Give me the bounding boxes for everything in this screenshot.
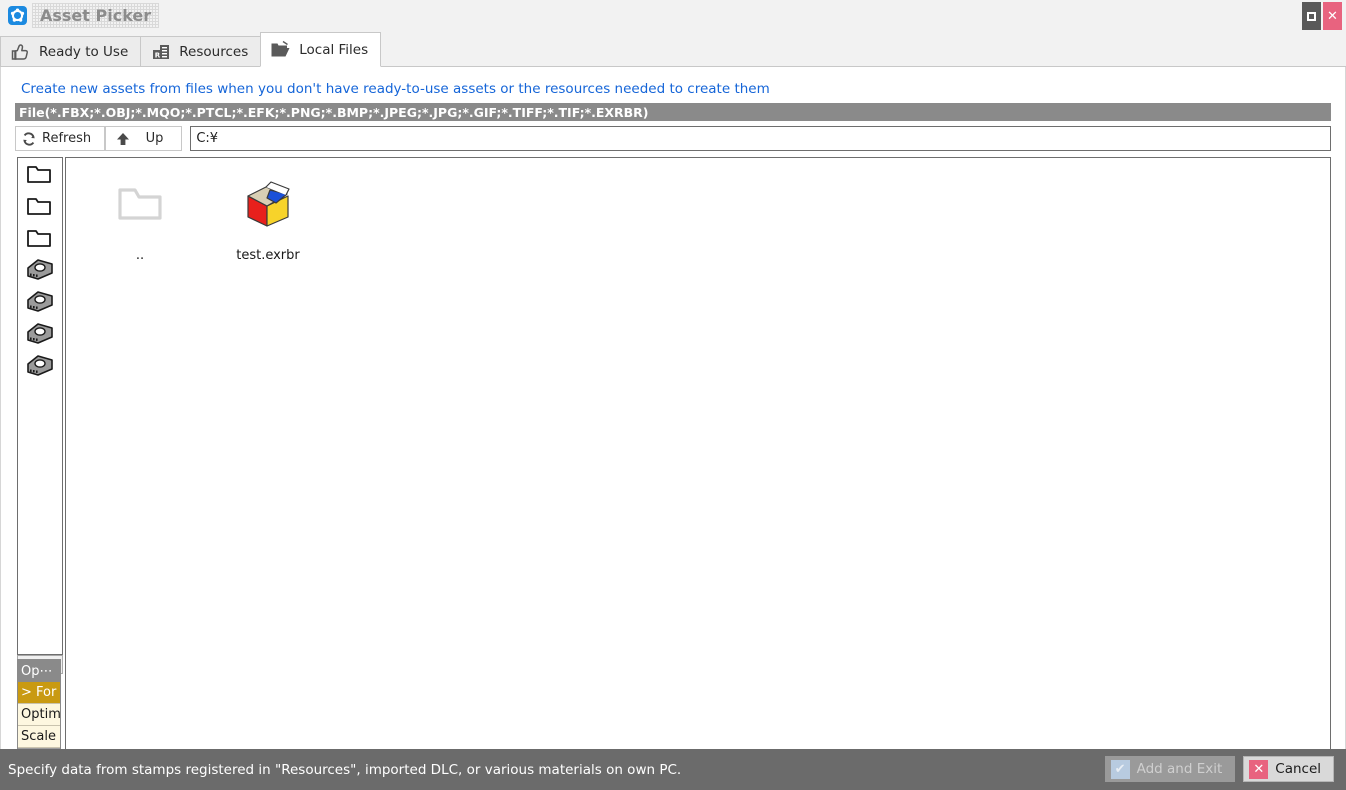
panel-description: Create new assets from files when you do… xyxy=(21,81,770,97)
thumbs-up-icon xyxy=(10,41,32,63)
file-grid: .. xyxy=(66,158,1330,275)
tab-ready-to-use[interactable]: Ready to Use xyxy=(0,36,141,66)
title-bar: Asset Picker ✕ xyxy=(0,0,1346,32)
add-and-exit-button[interactable]: ✔ Add and Exit xyxy=(1105,756,1236,782)
action-buttons: ✔ Add and Exit ✕ Cancel xyxy=(1105,756,1334,782)
window-title: Asset Picker xyxy=(32,3,159,28)
place-item-folder-2[interactable] xyxy=(18,190,62,222)
parent-folder-icon xyxy=(115,174,165,234)
tab-bar: Ready to Use R Resources xyxy=(0,32,1346,67)
option-row-format[interactable]: > For xyxy=(18,682,60,704)
places-sidebar[interactable] xyxy=(17,157,63,655)
place-item-drive-2[interactable] xyxy=(18,286,62,318)
place-item-drive-1[interactable] xyxy=(18,254,62,286)
exrbr-box-icon xyxy=(240,174,296,234)
app-logo-icon xyxy=(8,6,27,25)
file-item-label: .. xyxy=(136,248,144,263)
cancel-button[interactable]: ✕ Cancel xyxy=(1243,756,1334,782)
arrow-up-icon xyxy=(114,130,132,148)
path-input[interactable]: C:¥ xyxy=(190,126,1331,151)
refresh-button[interactable]: Refresh xyxy=(15,126,105,151)
file-item-parent[interactable]: .. xyxy=(76,170,204,263)
window-controls: ✕ xyxy=(1302,2,1342,30)
close-icon: ✕ xyxy=(1327,10,1338,23)
tab-local-files[interactable]: Local Files xyxy=(260,32,381,67)
content-area: Create new assets from files when you do… xyxy=(0,67,1346,749)
tab-resources[interactable]: R Resources xyxy=(140,36,261,66)
tab-label: Resources xyxy=(179,44,248,60)
add-and-exit-label: Add and Exit xyxy=(1137,761,1223,777)
file-filter-bar: File(*.FBX;*.OBJ;*.MQO;*.PTCL;*.EFK;*.PN… xyxy=(15,103,1331,121)
open-folder-icon xyxy=(270,39,292,61)
refresh-icon xyxy=(20,130,38,148)
file-browser-panel[interactable]: .. xyxy=(65,157,1331,790)
asset-picker-window: Asset Picker ✕ Ready to Use xyxy=(0,0,1346,790)
x-icon: ✕ xyxy=(1249,760,1268,779)
close-button[interactable]: ✕ xyxy=(1323,2,1342,30)
restore-icon xyxy=(1307,12,1316,21)
refresh-button-label: Refresh xyxy=(42,131,91,146)
status-bar: Specify data from stamps registered in "… xyxy=(0,749,1346,790)
place-item-drive-4[interactable] xyxy=(18,350,62,382)
status-message: Specify data from stamps registered in "… xyxy=(8,749,681,790)
place-item-folder-3[interactable] xyxy=(18,222,62,254)
options-header: Op⋯ xyxy=(18,660,60,682)
option-row-scale[interactable]: Scale xyxy=(18,726,60,748)
resource-building-icon: R xyxy=(150,41,172,63)
check-icon: ✔ xyxy=(1111,760,1130,779)
nav-toolbar: Refresh Up C:¥ xyxy=(15,126,1331,151)
place-item-folder-1[interactable] xyxy=(18,158,62,190)
tab-label: Ready to Use xyxy=(39,44,128,60)
file-item-test-exrbr[interactable]: test.exrbr xyxy=(204,170,332,263)
up-button[interactable]: Up xyxy=(105,126,183,151)
restore-button[interactable] xyxy=(1302,2,1321,30)
place-item-drive-3[interactable] xyxy=(18,318,62,350)
tab-label: Local Files xyxy=(299,42,368,58)
up-button-label: Up xyxy=(146,131,164,146)
file-item-label: test.exrbr xyxy=(236,248,300,263)
cancel-label: Cancel xyxy=(1275,761,1321,777)
svg-text:R: R xyxy=(155,51,161,59)
option-row-optimize[interactable]: Optim xyxy=(18,704,60,726)
